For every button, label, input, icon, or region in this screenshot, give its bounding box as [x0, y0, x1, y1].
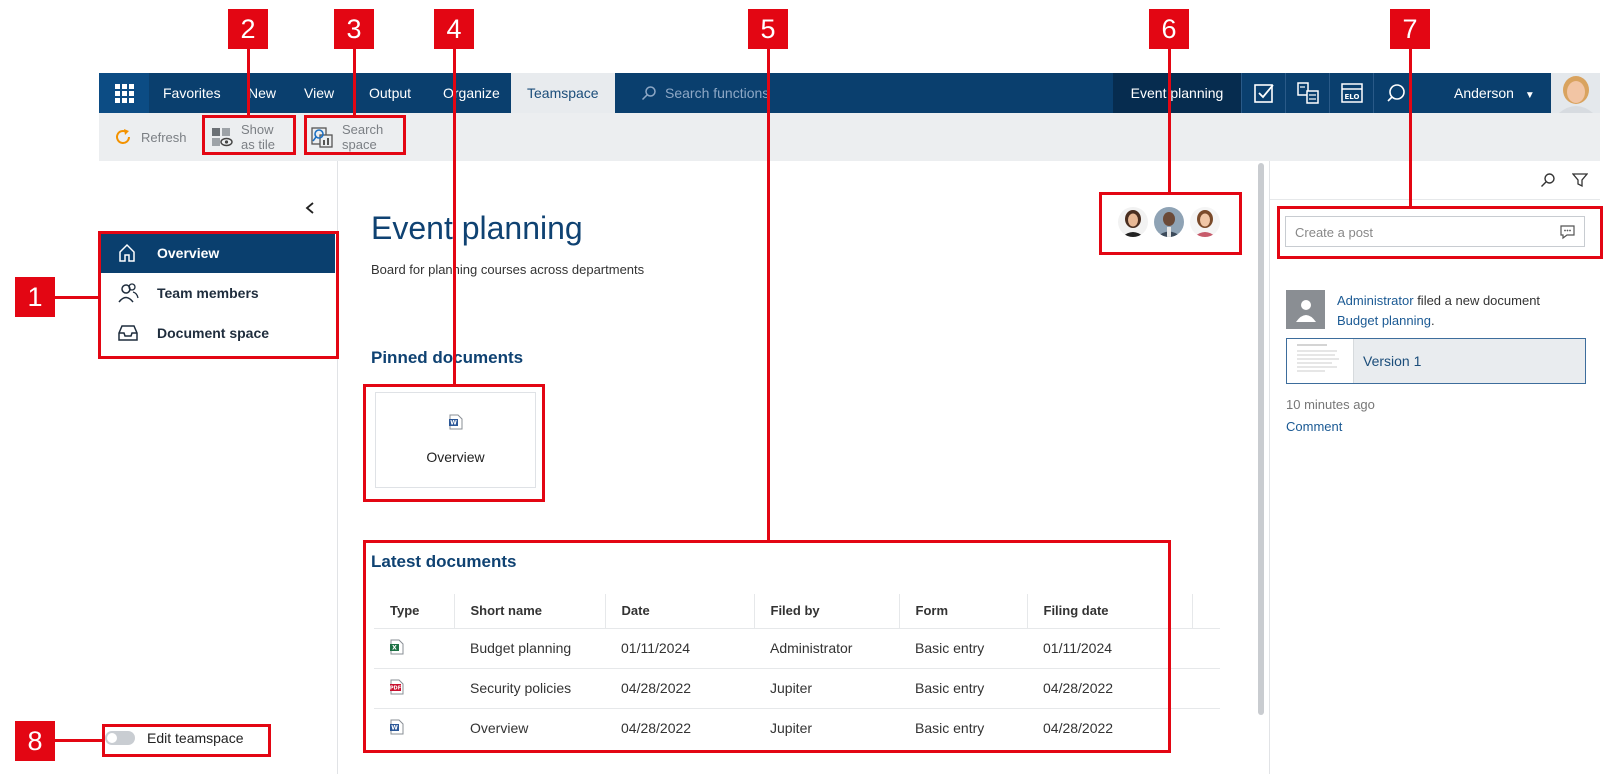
annotation-marker-4: 4: [434, 9, 474, 49]
annotation-marker-6: 6: [1149, 9, 1189, 49]
version-card[interactable]: Version 1: [1286, 338, 1586, 384]
annotation-frame-1: [98, 231, 339, 359]
elo-app-button[interactable]: ELO: [1329, 73, 1373, 113]
chat-bubble-icon: [1386, 84, 1405, 102]
annotation-frame-5: [363, 540, 1171, 753]
annotation-marker-3: 3: [334, 9, 374, 49]
annotation-marker-8: 8: [15, 721, 55, 761]
user-silhouette-icon: [1295, 299, 1316, 322]
documents-compare-icon: [1296, 82, 1319, 104]
collapse-panel-button[interactable]: [304, 201, 316, 220]
nav-output[interactable]: Output: [369, 73, 411, 113]
top-navigation-bar: Favorites New View Output Organize Teams…: [99, 73, 1600, 113]
annotation-leader-4: [453, 48, 456, 385]
main-scrollbar[interactable]: [1258, 163, 1264, 715]
document-thumbnail: [1287, 339, 1354, 383]
annotation-frame-7: [1277, 206, 1603, 259]
feed-timestamp: 10 minutes ago: [1286, 397, 1375, 412]
search-icon: [1541, 173, 1555, 187]
feed-document-link[interactable]: Budget planning: [1337, 313, 1431, 328]
grid-icon: [114, 83, 134, 103]
annotation-leader-7: [1409, 48, 1412, 207]
annotation-marker-1: 1: [15, 277, 55, 317]
svg-text:ELO: ELO: [1344, 93, 1359, 101]
nav-organize[interactable]: Organize: [443, 73, 500, 113]
annotation-frame-2: [202, 115, 296, 155]
annotation-leader-5: [767, 48, 770, 541]
tab-teamspace[interactable]: Teamspace: [511, 73, 615, 113]
refresh-icon: [116, 129, 130, 144]
page-title: Event planning: [371, 210, 583, 246]
search-functions-field[interactable]: Search functions: [641, 73, 769, 113]
user-name-label: Anderson: [1454, 85, 1514, 101]
search-icon: [641, 86, 656, 101]
app-launcher-button[interactable]: [99, 73, 149, 113]
page-subtitle: Board for planning courses across depart…: [371, 262, 645, 277]
nav-view[interactable]: View: [304, 73, 334, 113]
nav-favorites[interactable]: Favorites: [163, 73, 221, 113]
chevron-left-icon: [305, 202, 314, 214]
annotation-leader-3: [353, 48, 356, 116]
workflow-button[interactable]: [1285, 73, 1329, 113]
user-menu[interactable]: Anderson ▼: [1454, 73, 1535, 113]
elo-icon: ELO: [1340, 83, 1363, 103]
feed-actor-link[interactable]: Administrator: [1337, 293, 1414, 308]
feed-filter-button[interactable]: [1571, 172, 1589, 193]
pinned-documents-heading: Pinned documents: [371, 348, 524, 367]
annotation-leader-6: [1168, 48, 1171, 193]
feed-entry-text: Administrator filed a new document Budge…: [1337, 291, 1587, 331]
annotation-marker-2: 2: [228, 9, 268, 49]
refresh-label: Refresh: [141, 129, 187, 145]
teamspace-context-label[interactable]: Event planning: [1113, 73, 1241, 113]
annotation-frame-4: [363, 384, 545, 502]
checkbox-icon: [1253, 84, 1274, 103]
annotation-frame-6: [1099, 192, 1242, 255]
feed-comment-link[interactable]: Comment: [1286, 419, 1342, 434]
column-header-empty: [1192, 594, 1220, 628]
annotation-leader-2: [247, 48, 250, 116]
annotation-frame-8: [102, 724, 271, 757]
filter-icon: [1571, 173, 1589, 188]
search-functions-placeholder: Search functions: [665, 85, 770, 101]
user-avatar[interactable]: [1551, 73, 1600, 113]
tasks-button[interactable]: [1241, 73, 1285, 113]
feed-suffix: .: [1430, 313, 1435, 328]
caret-down-icon: ▼: [1524, 90, 1535, 101]
feed-search-button[interactable]: [1540, 172, 1556, 193]
annotation-marker-7: 7: [1390, 9, 1430, 49]
feed-user-avatar: [1286, 290, 1325, 329]
nav-new[interactable]: New: [248, 73, 276, 113]
annotation-leader-8: [55, 739, 103, 742]
annotation-marker-5: 5: [748, 9, 788, 49]
annotation-frame-3: [304, 115, 406, 155]
version-label: Version 1: [1363, 353, 1422, 369]
refresh-button[interactable]: Refresh: [113, 113, 187, 161]
annotation-leader-1: [55, 296, 99, 299]
feed-action-text: filed a new document: [1413, 293, 1541, 308]
feed-header-divider: [1270, 199, 1600, 200]
